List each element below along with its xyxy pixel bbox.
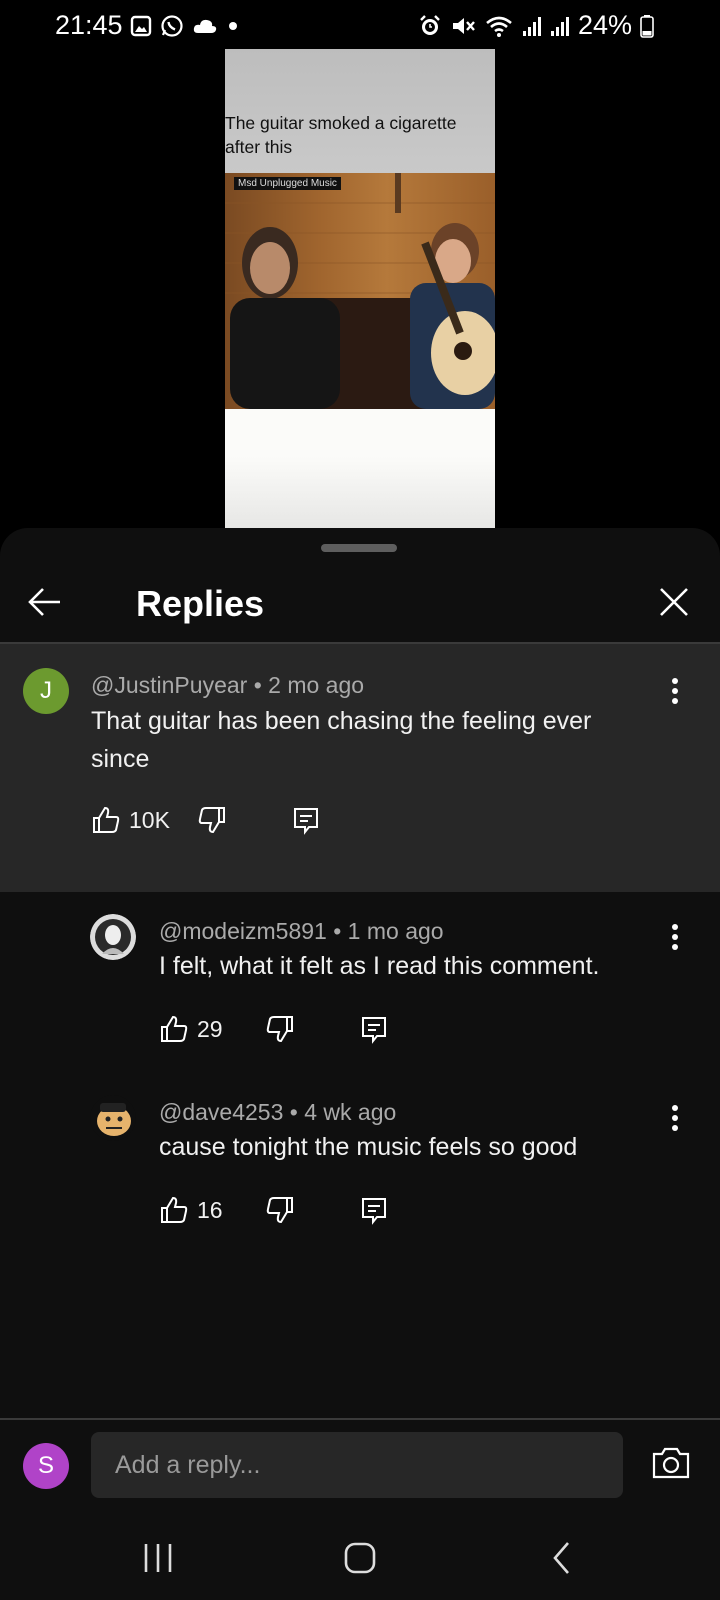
recent-apps-button[interactable] <box>138 1538 178 1578</box>
camera-icon <box>652 1447 690 1479</box>
comment-icon <box>294 808 318 835</box>
reply-item: @modeizm5891 • 1 mo ago I felt, what it … <box>0 884 720 1064</box>
comment-text: cause tonight the music feels so good <box>159 1133 578 1161</box>
signal-icon <box>550 15 570 37</box>
back-button[interactable] <box>26 582 66 622</box>
home-icon <box>344 1542 376 1574</box>
back-icon <box>553 1542 569 1574</box>
avatar-image <box>90 914 136 960</box>
like-count: 10K <box>129 806 170 833</box>
status-system-icons: 24% <box>418 10 654 41</box>
more-options-button[interactable] <box>663 922 687 952</box>
video-frame: Msd Unplugged Music <box>225 173 495 409</box>
like-count: 29 <box>197 1015 223 1042</box>
comment-author[interactable]: @dave4253 <box>159 1099 283 1125</box>
comment-age: 1 mo ago <box>347 918 444 944</box>
dot-icon <box>226 19 240 33</box>
status-bar: 21:45 24% <box>0 0 720 52</box>
wifi-icon <box>484 14 514 38</box>
thumbs-down-icon <box>266 1197 293 1224</box>
battery-icon <box>640 14 654 38</box>
dislike-button[interactable] <box>265 1012 295 1046</box>
status-notification-icons <box>130 14 240 38</box>
avatar-image <box>90 1095 136 1141</box>
comment-meta: @dave4253 • 4 wk ago <box>159 1099 397 1125</box>
navigation-bar <box>0 1520 720 1600</box>
comment-age: 2 mo ago <box>268 672 365 698</box>
status-time: 21:45 <box>55 10 123 40</box>
close-icon <box>660 588 688 616</box>
comment-text: I felt, what it felt as I read this comm… <box>159 952 600 980</box>
comment-meta: @JustinPuyear • 2 mo ago <box>91 672 365 698</box>
comment-author[interactable]: @modeizm5891 <box>159 918 327 944</box>
video-watermark: Msd Unplugged Music <box>234 177 341 190</box>
signal-icon <box>522 15 542 37</box>
comment-icon <box>362 1198 386 1225</box>
dislike-button[interactable] <box>197 803 227 837</box>
more-vertical-icon <box>672 1105 678 1131</box>
cloud-icon <box>192 16 218 36</box>
more-vertical-icon <box>672 678 678 704</box>
reply-input[interactable] <box>91 1432 623 1498</box>
dislike-button[interactable] <box>265 1193 295 1227</box>
thumbs-down-icon <box>266 1016 293 1043</box>
reply-item: @dave4253 • 4 wk ago cause tonight the m… <box>0 1065 720 1245</box>
sheet-header: Replies <box>0 558 720 642</box>
video-scene <box>225 173 495 409</box>
video-player[interactable]: The guitar smoked a cigarette after this <box>225 49 495 528</box>
alarm-icon <box>418 14 442 38</box>
like-count: 16 <box>197 1196 223 1223</box>
comment-age: 4 wk ago <box>304 1099 397 1125</box>
video-bottom-area <box>225 409 495 528</box>
thumbs-up-icon <box>161 1196 188 1223</box>
close-button[interactable] <box>654 582 694 622</box>
avatar[interactable]: J <box>23 668 69 714</box>
thumbs-up-icon <box>161 1015 188 1042</box>
reply-button[interactable] <box>359 1193 389 1227</box>
comment-text: That guitar has been chasing the feeling… <box>91 707 592 773</box>
reply-button[interactable] <box>291 803 321 837</box>
battery-level: 24% <box>577 10 632 40</box>
nav-back-button[interactable] <box>542 1538 582 1578</box>
sheet-title: Replies <box>136 583 265 624</box>
whatsapp-icon <box>160 14 184 38</box>
drag-handle[interactable] <box>321 544 397 552</box>
arrow-left-icon <box>28 588 60 616</box>
user-avatar[interactable]: S <box>23 1443 69 1489</box>
comment-author[interactable]: @JustinPuyear <box>91 672 247 698</box>
video-caption-area: The guitar smoked a cigarette after this <box>225 49 495 173</box>
mute-icon <box>450 14 476 38</box>
camera-button[interactable] <box>651 1446 691 1480</box>
avatar[interactable] <box>90 1095 136 1141</box>
thumbs-down-icon <box>198 807 225 834</box>
like-button[interactable]: 10K <box>91 803 170 837</box>
parent-comment: J @JustinPuyear • 2 mo ago That guitar h… <box>0 644 720 892</box>
thumbs-up-icon <box>93 806 120 833</box>
comment-icon <box>362 1017 386 1044</box>
reply-bar: S <box>0 1420 720 1504</box>
gallery-icon <box>130 15 152 37</box>
like-button[interactable]: 16 <box>159 1193 223 1227</box>
home-button[interactable] <box>340 1538 380 1578</box>
video-caption: The guitar smoked a cigarette after this <box>225 113 457 157</box>
more-vertical-icon <box>672 924 678 950</box>
more-options-button[interactable] <box>663 1103 687 1133</box>
recent-apps-icon <box>144 1544 172 1572</box>
avatar[interactable] <box>90 914 136 960</box>
reply-button[interactable] <box>359 1012 389 1046</box>
like-button[interactable]: 29 <box>159 1012 223 1046</box>
more-options-button[interactable] <box>663 676 687 706</box>
comment-meta: @modeizm5891 • 1 mo ago <box>159 918 444 944</box>
